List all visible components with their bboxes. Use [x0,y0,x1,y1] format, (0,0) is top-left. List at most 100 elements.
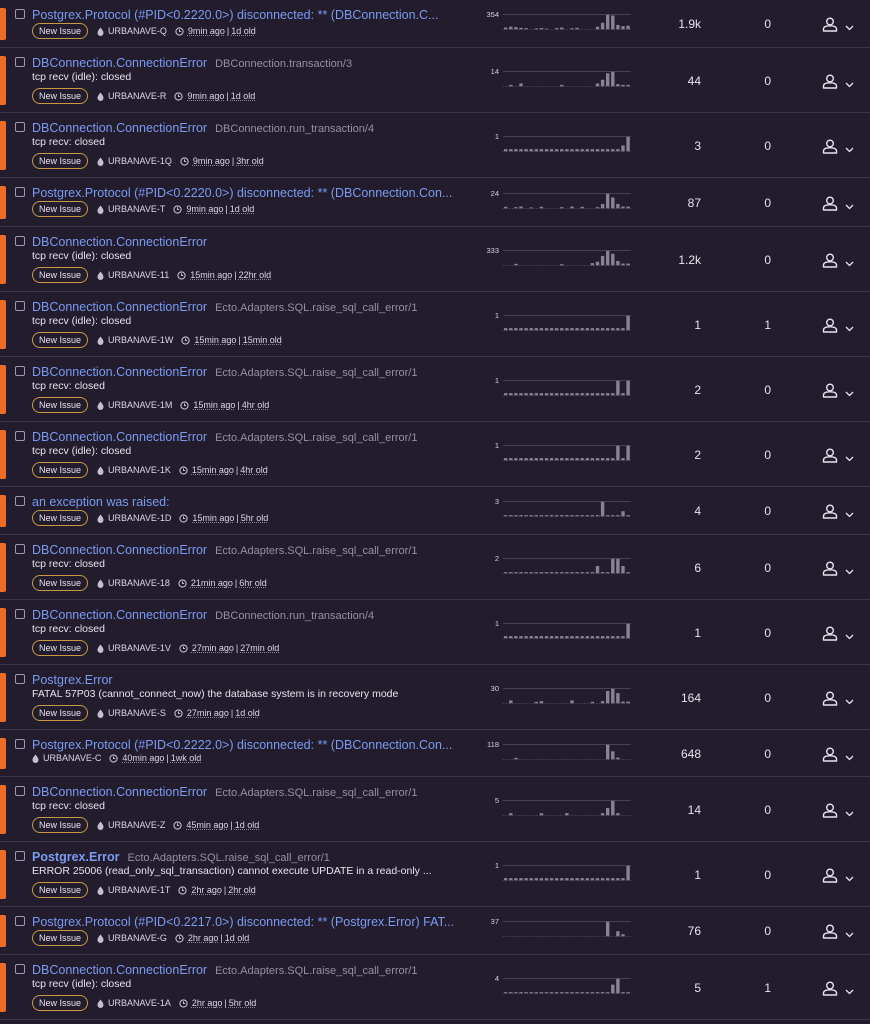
user-count[interactable]: 0 [731,504,771,518]
first-seen[interactable]: 22hr old [239,270,272,280]
first-seen[interactable]: 1d old [225,933,250,943]
event-count[interactable]: 164 [621,691,701,705]
user-count[interactable]: 1 [731,318,771,332]
last-seen[interactable]: 21min ago [191,578,233,588]
project[interactable]: URBANAVE-C [32,753,101,763]
project[interactable]: URBANAVE-1T [97,885,170,895]
issue-row[interactable]: DBConnection.ConnectionError Ecto.Adapter… [0,535,870,600]
project[interactable]: URBANAVE-11 [97,270,169,280]
select-checkbox[interactable] [15,366,25,376]
select-checkbox[interactable] [15,301,25,311]
event-count[interactable]: 4 [621,504,701,518]
select-checkbox[interactable] [15,739,25,749]
assignee-selector[interactable] [822,690,854,711]
issue-row[interactable]: DBConnection.ConnectionError Ecto.Adapter… [0,422,870,487]
user-count[interactable]: 0 [731,868,771,882]
project[interactable]: URBANAVE-1D [97,513,171,523]
issue-row[interactable]: an exception was raised: New Issue URBANAV… [0,487,870,535]
select-checkbox[interactable] [15,964,25,974]
issue-row[interactable]: Postgrex.Protocol (#PID<0.2222.0>) disco… [0,730,870,777]
select-checkbox[interactable] [15,431,25,441]
assignee-selector[interactable] [822,447,854,468]
user-count[interactable]: 0 [731,691,771,705]
project[interactable]: URBANAVE-Z [97,820,165,830]
first-seen[interactable]: 2hr old [228,885,256,895]
event-count[interactable]: 1 [621,626,701,640]
user-count[interactable]: 0 [731,626,771,640]
first-seen[interactable]: 5hr old [229,998,257,1008]
issue-row[interactable]: DBConnection.ConnectionError Ecto.Adapter… [0,357,870,422]
event-count[interactable]: 5 [621,981,701,995]
issue-title-link[interactable]: DBConnection.ConnectionError [32,963,207,977]
issue-title-link[interactable]: DBConnection.ConnectionError [32,56,207,70]
user-count[interactable]: 0 [731,253,771,267]
assignee-selector[interactable] [822,802,854,823]
user-count[interactable]: 1 [731,981,771,995]
user-count[interactable]: 0 [731,924,771,938]
user-count[interactable]: 0 [731,383,771,397]
issue-row[interactable]: Postgrex.Protocol (#PID<0.2220.0>) disco… [0,0,870,48]
select-checkbox[interactable] [15,609,25,619]
first-seen[interactable]: 1wk old [171,753,202,763]
issue-row[interactable]: Postgrex.Protocol (#PID<0.2220.0>) disco… [0,178,870,227]
last-seen[interactable]: 9min ago [187,91,224,101]
issue-title-link[interactable]: DBConnection.ConnectionError [32,430,207,444]
last-seen[interactable]: 15min ago [190,270,232,280]
issue-row[interactable]: DBConnection.ConnectionError DBConnection… [0,48,870,113]
user-count[interactable]: 0 [731,803,771,817]
last-seen[interactable]: 27min ago [192,643,234,653]
project[interactable]: URBANAVE-18 [97,578,170,588]
user-count[interactable]: 0 [731,74,771,88]
event-count[interactable]: 76 [621,924,701,938]
user-count[interactable]: 0 [731,196,771,210]
issue-row[interactable]: DBConnection.ConnectionError Ecto.Adapter… [0,292,870,357]
select-checkbox[interactable] [15,236,25,246]
select-checkbox[interactable] [15,916,25,926]
project[interactable]: URBANAVE-1V [97,643,171,653]
first-seen[interactable]: 1d old [235,708,260,718]
assignee-selector[interactable] [822,503,854,524]
project[interactable]: URBANAVE-Q [97,26,167,36]
issue-title-link[interactable]: DBConnection.ConnectionError [32,608,207,622]
assignee-selector[interactable] [822,746,854,767]
user-count[interactable]: 0 [731,448,771,462]
last-seen[interactable]: 15min ago [194,335,236,345]
select-checkbox[interactable] [15,9,25,19]
project[interactable]: URBANAVE-S [97,708,166,718]
issue-title-link[interactable]: Postgrex.Protocol (#PID<0.2222.0>) disco… [32,738,452,752]
first-seen[interactable]: 4hr old [240,465,268,475]
assignee-selector[interactable] [822,195,854,216]
last-seen[interactable]: 2hr ago [188,933,219,943]
event-count[interactable]: 2 [621,448,701,462]
project[interactable]: URBANAVE-1W [97,335,173,345]
issue-row[interactable]: DBConnection.ConnectionError Ecto.Adapter… [0,955,870,1020]
select-checkbox[interactable] [15,187,25,197]
issue-title-link[interactable]: Postgrex.Protocol (#PID<0.2217.0>) disco… [32,915,454,929]
issue-title-link[interactable]: Postgrex.Error [32,673,113,687]
first-seen[interactable]: 6hr old [239,578,267,588]
project[interactable]: URBANAVE-1A [97,998,171,1008]
issue-row[interactable]: DBConnection.ConnectionError DBConnection… [0,113,870,178]
issue-title-link[interactable]: DBConnection.ConnectionError [32,235,207,249]
event-count[interactable]: 1.9k [621,17,701,31]
issue-title-link[interactable]: DBConnection.ConnectionError [32,365,207,379]
event-count[interactable]: 1 [621,868,701,882]
assignee-selector[interactable] [822,317,854,338]
select-checkbox[interactable] [15,851,25,861]
event-count[interactable]: 648 [621,747,701,761]
last-seen[interactable]: 40min ago [122,753,164,763]
last-seen[interactable]: 9min ago [186,204,223,214]
select-checkbox[interactable] [15,496,25,506]
project[interactable]: URBANAVE-T [97,204,165,214]
issue-row[interactable]: Postgrex.Error FATAL 57P03 (cannot_connec… [0,665,870,730]
assignee-selector[interactable] [822,16,854,37]
project[interactable]: URBANAVE-1M [97,400,172,410]
issue-title-link[interactable]: Postgrex.Protocol (#PID<0.2220.0>) disco… [32,8,438,22]
first-seen[interactable]: 3hr old [236,156,264,166]
last-seen[interactable]: 9min ago [193,156,230,166]
select-checkbox[interactable] [15,674,25,684]
select-checkbox[interactable] [15,122,25,132]
event-count[interactable]: 44 [621,74,701,88]
assignee-selector[interactable] [822,382,854,403]
last-seen[interactable]: 15min ago [192,465,234,475]
